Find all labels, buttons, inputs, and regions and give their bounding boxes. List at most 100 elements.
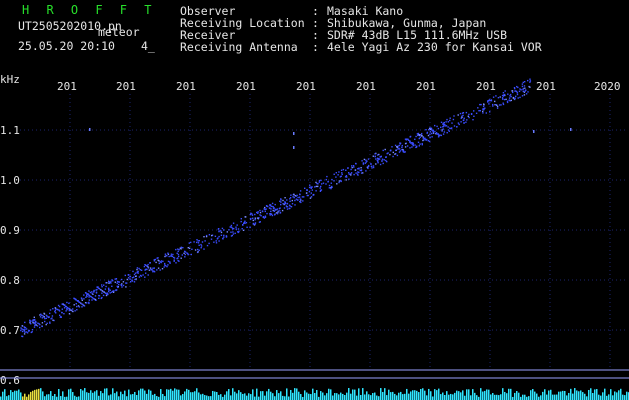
trace-point xyxy=(122,284,125,287)
trace-point xyxy=(220,231,223,234)
spectrum-bar xyxy=(442,392,444,400)
trace-point xyxy=(521,95,524,97)
trace-point xyxy=(158,260,160,262)
trace-point xyxy=(322,182,325,184)
trace-point xyxy=(240,218,242,220)
trace-point xyxy=(81,306,83,308)
spectrum-bar xyxy=(376,395,378,400)
trace-point xyxy=(25,328,28,330)
spectrum-bar xyxy=(616,392,618,400)
spectrum-bar xyxy=(48,394,50,400)
spectrum-bar xyxy=(14,390,16,400)
trace-point xyxy=(470,113,473,115)
trace-point xyxy=(122,281,125,283)
trace-point xyxy=(254,213,256,216)
trace-point xyxy=(165,254,167,257)
trace-point xyxy=(201,241,204,243)
spectrum-bar xyxy=(216,391,218,400)
spectrum-bar xyxy=(350,393,352,400)
trace-point xyxy=(362,163,365,165)
trace-point xyxy=(88,296,90,298)
trace-point xyxy=(291,203,294,205)
spectrum-bar xyxy=(182,394,184,400)
trace-point xyxy=(121,278,123,281)
trace-point xyxy=(258,221,261,223)
spectrum-bar xyxy=(178,389,180,400)
trace-point xyxy=(524,90,526,92)
trace-point xyxy=(358,168,360,170)
trace-point xyxy=(315,181,317,184)
spectrum-bar xyxy=(496,394,498,400)
trace-point xyxy=(294,204,296,206)
spectrum-bar xyxy=(488,389,490,400)
trace-point xyxy=(348,173,350,175)
trace-point xyxy=(293,193,295,196)
trace-point xyxy=(158,262,160,265)
spectrum-bar xyxy=(146,393,148,400)
trace-point xyxy=(299,198,302,200)
spectrum-bar xyxy=(590,388,592,400)
trace-point xyxy=(298,196,301,198)
spectrum-bar xyxy=(272,393,274,400)
spectrum-bar xyxy=(276,390,278,400)
trace-point xyxy=(196,241,198,244)
spectrum-bar xyxy=(372,393,374,400)
trace-point xyxy=(45,314,48,317)
trace-point xyxy=(432,132,435,134)
spectrum-bar xyxy=(218,394,220,400)
spectrum-bar xyxy=(490,394,492,400)
trace-point xyxy=(427,140,429,142)
spectrum-bar xyxy=(262,391,264,400)
trace-point xyxy=(252,217,254,219)
trace-point xyxy=(41,317,44,319)
trace-point xyxy=(417,141,420,143)
spectrum-bar xyxy=(480,388,482,400)
trace-point xyxy=(279,212,281,214)
trace-point xyxy=(131,277,134,279)
spectrum-bar xyxy=(82,390,84,400)
trace-point xyxy=(43,316,45,318)
trace-point xyxy=(57,308,59,311)
trace-point xyxy=(440,126,442,128)
spectrum-bar xyxy=(240,392,242,400)
trace-point xyxy=(145,272,147,274)
trace-point xyxy=(66,308,68,311)
trace-point xyxy=(309,197,312,199)
trace-point xyxy=(317,185,319,188)
spectrum-bar xyxy=(618,390,620,400)
spectrum-bar xyxy=(610,389,612,400)
spectrum-bar xyxy=(392,391,394,400)
trace-point xyxy=(98,294,100,297)
trace-point xyxy=(426,131,429,134)
trace-point xyxy=(104,288,107,290)
trace-point xyxy=(449,127,451,129)
trace-point xyxy=(191,248,193,250)
trace-point xyxy=(333,173,335,175)
trace-point xyxy=(274,209,276,212)
trace-point xyxy=(372,165,375,167)
trace-point xyxy=(64,304,66,306)
trace-point xyxy=(74,298,77,300)
trace-point xyxy=(49,312,51,315)
trace-point xyxy=(130,281,132,283)
trace-point xyxy=(503,98,506,101)
trace-point xyxy=(401,144,403,147)
trace-point xyxy=(494,100,496,103)
trace-point xyxy=(237,228,240,230)
trace-point xyxy=(502,98,504,100)
trace-point xyxy=(523,94,526,96)
trace-point xyxy=(73,304,75,306)
trace-point xyxy=(61,303,63,305)
spectrum-bar xyxy=(280,391,282,400)
trace-point xyxy=(208,234,211,236)
trace-point xyxy=(331,178,333,181)
trace-point xyxy=(336,183,338,185)
trace-point xyxy=(153,267,155,269)
spectrum-bar xyxy=(254,396,256,400)
spectrum-bar xyxy=(18,389,20,400)
spectrum-bar xyxy=(508,388,510,400)
trace-point xyxy=(31,331,33,333)
spectrum-bar xyxy=(340,392,342,400)
trace-point xyxy=(78,306,81,308)
trace-point xyxy=(51,315,54,317)
